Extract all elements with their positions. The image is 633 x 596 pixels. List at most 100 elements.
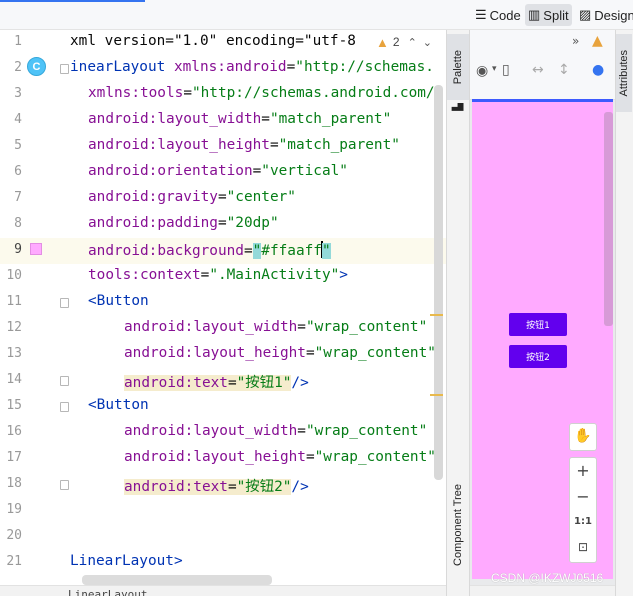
scrollbar-mark <box>430 394 443 396</box>
code-line[interactable]: 12 android:layout_width="wrap_content" <box>0 316 446 342</box>
code-text[interactable]: xml version="1.0" encoding="utf-8 <box>70 33 356 49</box>
zoom-in-icon[interactable]: + <box>570 461 596 480</box>
fold-marker-icon[interactable] <box>60 298 69 308</box>
line-number[interactable]: 8 <box>0 216 22 231</box>
code-token: = <box>217 189 227 205</box>
line-number[interactable]: 9 <box>0 242 22 257</box>
fold-marker-icon[interactable] <box>60 64 69 74</box>
code-text[interactable]: android:text="按钮2"/> <box>124 475 309 496</box>
code-line[interactable]: 13 android:layout_height="wrap_content" <box>0 342 446 368</box>
code-token: <Button <box>88 293 149 309</box>
line-number[interactable]: 6 <box>0 164 22 179</box>
color-swatch-icon[interactable] <box>30 243 42 255</box>
code-line[interactable]: 9 android:background="#ffaaff" <box>0 238 446 264</box>
code-text[interactable]: android:layout_width="wrap_content" <box>124 319 427 335</box>
zoom-to-fit-icon[interactable]: ⊡ <box>570 540 596 554</box>
code-text[interactable]: android:text="按钮1"/> <box>124 371 309 392</box>
help-icon[interactable]: ● <box>592 62 604 78</box>
breadcrumb-item[interactable]: LinearLayout <box>68 588 147 596</box>
code-text[interactable]: <Button <box>88 293 149 309</box>
eye-icon[interactable]: ◉ <box>476 63 488 79</box>
line-number[interactable]: 16 <box>0 424 22 439</box>
code-line[interactable]: 8 android:padding="20dp" <box>0 212 446 238</box>
class-gutter-icon[interactable]: C <box>27 57 46 76</box>
code-mode-button[interactable]: ☰ Code <box>472 4 524 26</box>
code-token: context <box>139 267 201 283</box>
line-number[interactable]: 20 <box>0 528 22 543</box>
code-text[interactable]: android:layout_height="wrap_content" <box>124 345 436 361</box>
line-number[interactable]: 13 <box>0 346 22 361</box>
code-line[interactable]: 17 android:layout_height="wrap_content" <box>0 446 446 472</box>
code-text[interactable]: <Button <box>88 397 149 413</box>
zoom-out-icon[interactable]: − <box>570 487 596 506</box>
code-token: " <box>252 243 262 259</box>
line-number[interactable]: 7 <box>0 190 22 205</box>
line-number[interactable]: 14 <box>0 372 22 387</box>
preview-button-1[interactable]: 按钮1 <box>509 313 567 336</box>
navigate-arrows-icon[interactable]: ⌃⌄ <box>408 36 438 49</box>
component-tree-tab[interactable]: Component Tree <box>447 460 469 590</box>
code-text[interactable]: xmlns:tools="http://schemas.android.com/ <box>88 85 435 101</box>
code-token: <Button <box>88 397 149 413</box>
editor-vertical-scrollbar[interactable] <box>434 85 443 480</box>
code-text[interactable]: inearLayout xmlns:android="http://schema… <box>70 59 434 75</box>
code-editor[interactable]: 1 xml version="1.0" encoding="utf-8 2 inear… <box>0 30 446 596</box>
line-number[interactable]: 12 <box>0 320 22 335</box>
code-text[interactable]: tools:context=".MainActivity"> <box>88 267 348 283</box>
code-line[interactable]: 21 LinearLayout> <box>0 550 446 576</box>
layout-toggle-icon[interactable]: ▯ <box>502 62 510 78</box>
code-token: = <box>217 215 227 231</box>
code-text[interactable]: android:gravity="center" <box>88 189 296 205</box>
line-number[interactable]: 19 <box>0 502 22 517</box>
chevron-down-icon[interactable]: ▾ <box>492 64 497 74</box>
preview-button-2[interactable]: 按钮2 <box>509 345 567 368</box>
code-line[interactable]: 3 xmlns:tools="http://schemas.android.com… <box>0 82 446 108</box>
code-text[interactable]: android:background="#ffaaff" <box>88 241 331 259</box>
line-number[interactable]: 10 <box>0 268 22 283</box>
preview-scrollbar[interactable] <box>604 112 613 326</box>
palette-tab[interactable]: Palette <box>447 34 469 100</box>
code-text[interactable]: android:layout_height="wrap_content" <box>124 449 436 465</box>
code-text[interactable]: android:layout_width="wrap_content" <box>124 423 427 439</box>
vertical-resize-icon[interactable]: ↕ <box>558 62 570 78</box>
zoom-actual-size-button[interactable]: 1:1 <box>570 516 596 527</box>
horizontal-resize-icon[interactable]: ↔ <box>532 62 544 78</box>
code-token: android: <box>88 163 158 179</box>
fold-marker-icon[interactable] <box>60 480 69 490</box>
inspection-widget[interactable]: ▲ 2 ⌃⌄ <box>372 32 442 52</box>
code-text[interactable]: android:padding="20dp" <box>88 215 279 231</box>
code-text[interactable]: android:layout_width="match_parent" <box>88 111 391 127</box>
fold-marker-icon[interactable] <box>60 376 69 386</box>
line-number[interactable]: 21 <box>0 554 22 569</box>
code-line[interactable]: 6 android:orientation="vertical" <box>0 160 446 186</box>
warning-icon[interactable]: ▲ <box>592 33 603 49</box>
line-number[interactable]: 18 <box>0 476 22 491</box>
line-number[interactable]: 5 <box>0 138 22 153</box>
line-number[interactable]: 17 <box>0 450 22 465</box>
code-text[interactable]: android:layout_height="match_parent" <box>88 137 400 153</box>
code-line[interactable]: 4 android:layout_width="match_parent" <box>0 108 446 134</box>
fold-marker-icon[interactable] <box>60 402 69 412</box>
line-number[interactable]: 3 <box>0 86 22 101</box>
code-token: "wrap_content" <box>314 345 436 361</box>
chevron-double-right-icon[interactable]: » <box>572 34 579 48</box>
line-number[interactable]: 15 <box>0 398 22 413</box>
line-number[interactable]: 1 <box>0 34 22 49</box>
code-line[interactable]: 10 tools:context=".MainActivity"> <box>0 264 446 290</box>
code-line[interactable]: 19 <box>0 498 446 524</box>
split-mode-button[interactable]: ▥ Split <box>525 4 572 26</box>
line-number[interactable]: 4 <box>0 112 22 127</box>
design-mode-button[interactable]: ▨ Design <box>576 4 633 26</box>
line-number[interactable]: 11 <box>0 294 22 309</box>
pan-tool-button[interactable]: ✋ <box>569 423 597 451</box>
code-line[interactable]: 5 android:layout_height="match_parent" <box>0 134 446 160</box>
code-line[interactable]: 7 android:gravity="center" <box>0 186 446 212</box>
editor-horizontal-scrollbar[interactable] <box>82 575 272 585</box>
code-text[interactable]: android:orientation="vertical" <box>88 163 348 179</box>
code-text[interactable]: LinearLayout> <box>70 553 183 569</box>
code-line[interactable]: 20 <box>0 524 446 550</box>
code-token: "http://schemas. <box>295 59 434 75</box>
line-number[interactable]: 2 <box>0 60 22 75</box>
code-line[interactable]: 16 android:layout_width="wrap_content" <box>0 420 446 446</box>
attributes-tab[interactable]: Attributes <box>616 34 632 112</box>
